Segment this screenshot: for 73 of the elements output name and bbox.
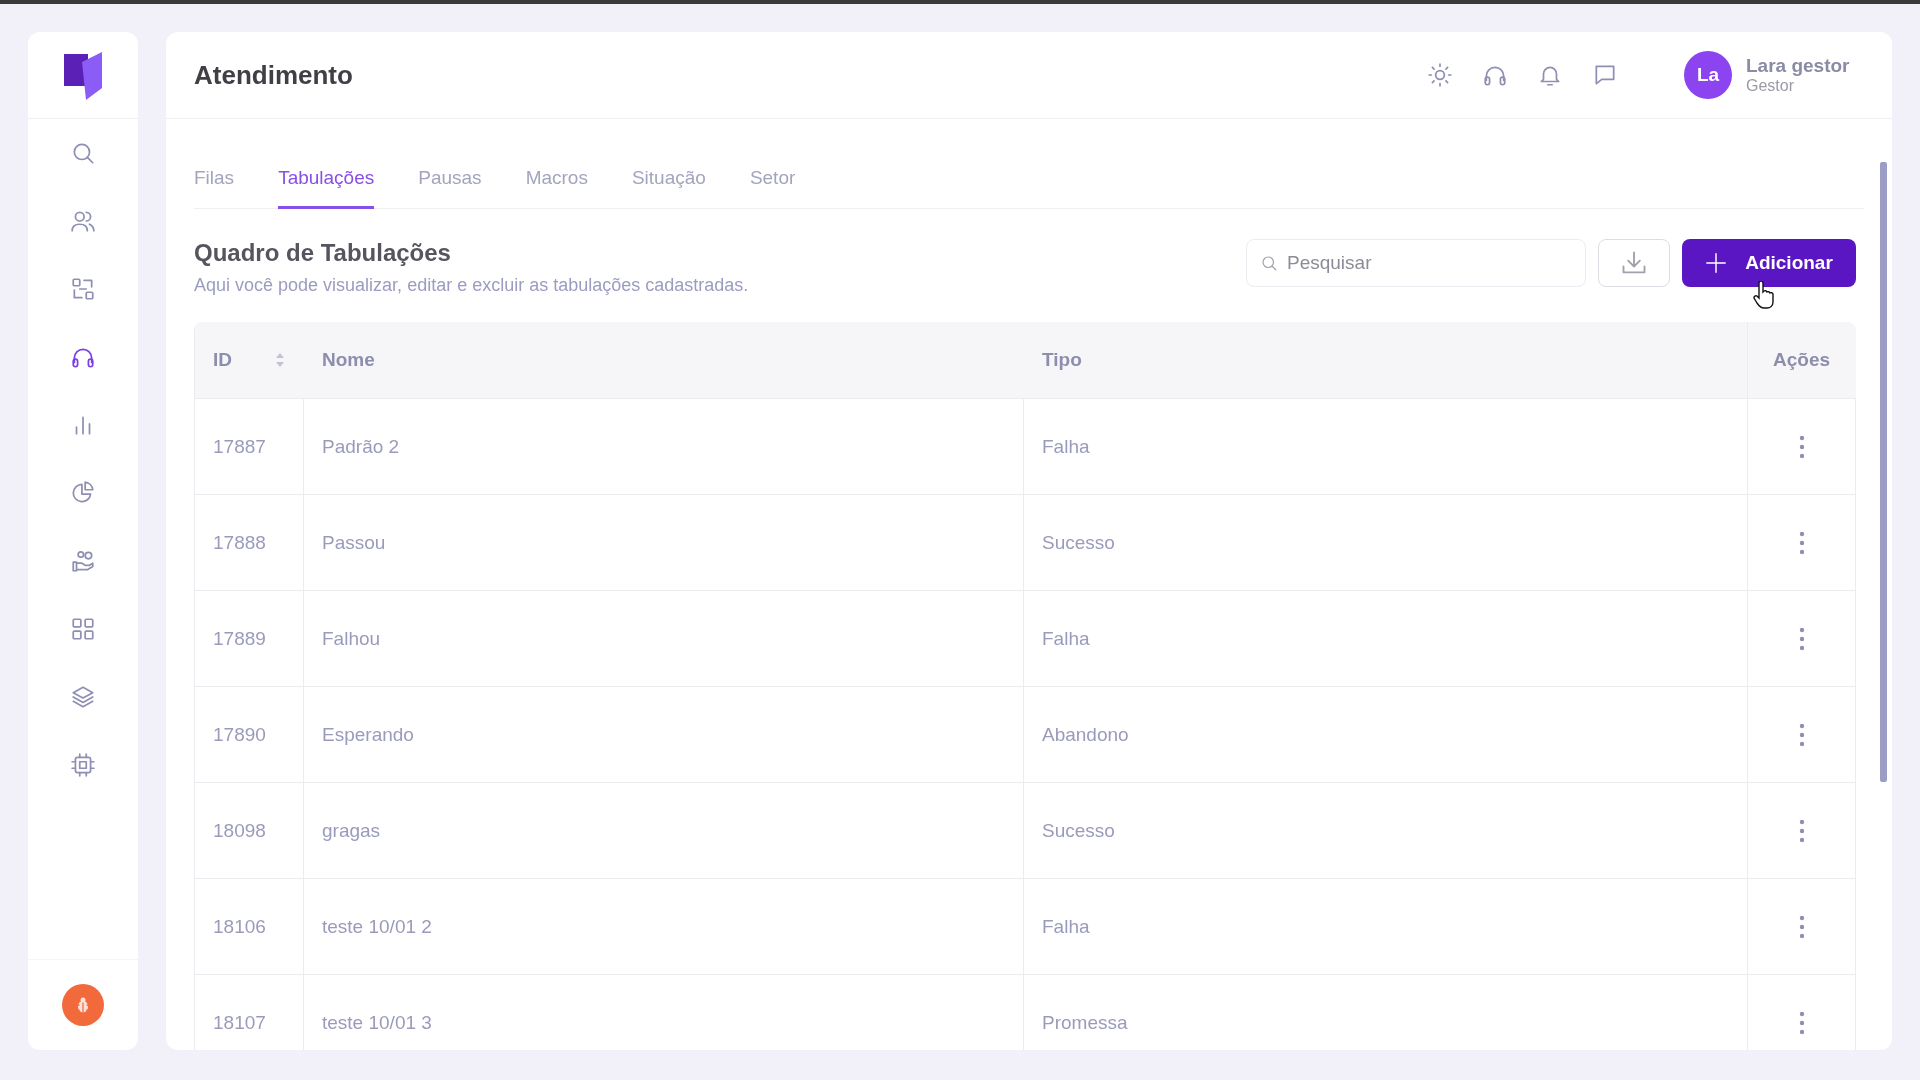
table-cell: gragas	[322, 819, 381, 842]
column-header: Nome	[322, 349, 375, 371]
table-cell: 17890	[213, 723, 266, 746]
grid-icon	[70, 616, 96, 642]
row-actions-button[interactable]	[1798, 626, 1805, 651]
user-avatar[interactable]: La	[1684, 51, 1732, 99]
tab[interactable]: Filas	[194, 155, 235, 209]
pointer-cursor-icon	[1752, 281, 1774, 309]
bug-report-button[interactable]	[62, 984, 104, 1026]
row-actions-button[interactable]	[1798, 530, 1805, 555]
sun-icon	[1427, 62, 1453, 88]
table-cell: Passou	[322, 531, 386, 554]
more-vertical-icon	[1798, 1010, 1805, 1035]
tab[interactable]: Pausas	[418, 155, 482, 209]
tab[interactable]: Situação	[631, 155, 706, 209]
chat-icon	[1592, 62, 1618, 88]
row-actions-button[interactable]	[1798, 1010, 1805, 1035]
plus-icon	[1705, 252, 1728, 274]
section-title: Quadro de Tabulações	[194, 239, 452, 267]
search-icon	[1260, 254, 1278, 272]
table-cell: Sucesso	[1042, 531, 1115, 554]
row-actions-button[interactable]	[1798, 914, 1805, 939]
table-cell: Esperando	[322, 723, 414, 746]
table-cell: Padrão 2	[322, 435, 400, 458]
table-cell: Falha	[1042, 627, 1090, 650]
pie-chart-icon	[70, 480, 96, 506]
search-field[interactable]: Pesquisar	[1246, 239, 1586, 287]
table-cell: Abandono	[1042, 723, 1129, 746]
more-vertical-icon	[1798, 530, 1805, 555]
table-cell: Sucesso	[1042, 819, 1115, 842]
more-vertical-icon	[1798, 434, 1805, 459]
scan-icon	[70, 276, 96, 302]
sidebar-item[interactable]	[70, 616, 96, 642]
more-vertical-icon	[1798, 722, 1805, 747]
more-vertical-icon	[1798, 818, 1805, 843]
user-role: Gestor	[1746, 77, 1795, 95]
sidebar-item[interactable]	[70, 684, 96, 710]
table-cell: Falha	[1042, 435, 1090, 458]
sidebar-item[interactable]	[70, 752, 96, 778]
tab[interactable]: Tabulações	[278, 155, 375, 209]
user-name: Lara gestor	[1746, 55, 1850, 77]
table-cell: Falha	[1042, 915, 1090, 938]
row-actions-button[interactable]	[1798, 818, 1805, 843]
row-actions-button[interactable]	[1798, 722, 1805, 747]
sidebar-item[interactable]	[70, 276, 96, 302]
table-cell: teste 10/01 3	[322, 1011, 432, 1034]
sort-icon[interactable]	[275, 351, 285, 369]
table-cell: 17889	[213, 627, 266, 650]
table-cell: 18106	[213, 915, 266, 938]
page-title: Atendimento	[194, 59, 354, 91]
table-cell: Promessa	[1042, 1011, 1128, 1034]
chip-icon	[70, 752, 96, 778]
table-cell: Falhou	[322, 627, 381, 650]
hand-coins-icon	[70, 548, 96, 574]
row-actions-button[interactable]	[1798, 434, 1805, 459]
table-cell: teste 10/01 2	[322, 915, 432, 938]
tab[interactable]: Setor	[749, 155, 796, 209]
sidebar-item[interactable]	[70, 548, 96, 574]
add-button[interactable]: Adicionar	[1682, 239, 1856, 287]
table-cell: 17888	[213, 531, 266, 554]
column-header: Tipo	[1042, 349, 1082, 371]
table-cell: 18107	[213, 1011, 266, 1034]
sidebar-item[interactable]	[70, 480, 96, 506]
table-cell: 17887	[213, 435, 266, 458]
layers-icon	[70, 684, 96, 710]
download-button[interactable]	[1598, 239, 1670, 287]
more-vertical-icon	[1798, 626, 1805, 651]
tab[interactable]: Macros	[525, 155, 588, 209]
section-subtitle: Aqui você pode visualizar, editar e excluir as tabulações cadastradas.	[194, 275, 750, 296]
more-vertical-icon	[1798, 914, 1805, 939]
column-header: Ações	[1773, 349, 1830, 371]
table-cell: 18098	[213, 819, 266, 842]
column-header: ID	[213, 349, 232, 371]
